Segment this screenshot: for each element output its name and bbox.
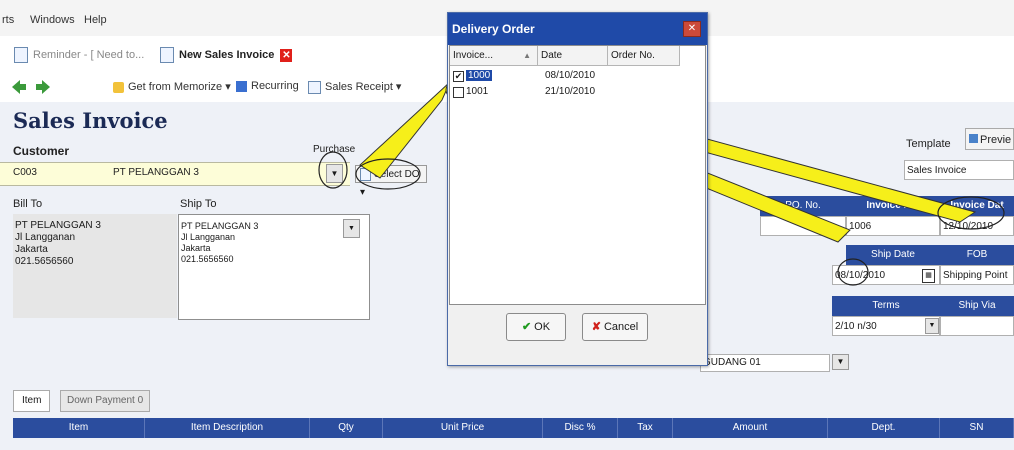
row-date: 21/10/2010 [545, 86, 596, 97]
highlight-circle-ship-date [837, 258, 869, 286]
row-invoice: 1000 [466, 70, 493, 81]
cancel-button[interactable]: ✘ Cancel [582, 313, 648, 341]
checkmark-icon: ✔ [521, 321, 532, 333]
col-date[interactable]: Date [538, 46, 608, 66]
highlight-circle-dropdown [318, 151, 348, 189]
row-checkbox[interactable] [453, 87, 464, 98]
ok-label: OK [534, 321, 551, 333]
close-icon[interactable]: ✕ [683, 21, 701, 37]
row-checkbox[interactable]: ✔ [453, 71, 464, 82]
col-invoice[interactable]: Invoice... ▲ [450, 46, 538, 66]
cancel-x-icon: ✘ [591, 321, 601, 333]
ok-button[interactable]: ✔ OK [506, 313, 566, 341]
delivery-order-list[interactable]: Invoice... ▲ Date Order No. ✔ 1000 08/10… [449, 45, 706, 305]
col-order-no[interactable]: Order No. [608, 46, 680, 66]
delivery-order-dialog: Delivery Order ✕ Invoice... ▲ Date Order… [447, 12, 708, 366]
list-item[interactable]: ✔ 1000 08/10/2010 [452, 68, 682, 84]
dialog-title: Delivery Order [448, 13, 707, 45]
sort-asc-icon: ▲ [523, 51, 531, 60]
cancel-label: Cancel [603, 321, 639, 333]
col-invoice-label: Invoice... [453, 50, 494, 61]
list-item[interactable]: 1001 21/10/2010 [452, 84, 682, 100]
highlight-wedge-select-do [359, 81, 451, 179]
row-invoice: 1001 [466, 86, 489, 97]
row-date: 08/10/2010 [545, 70, 596, 81]
